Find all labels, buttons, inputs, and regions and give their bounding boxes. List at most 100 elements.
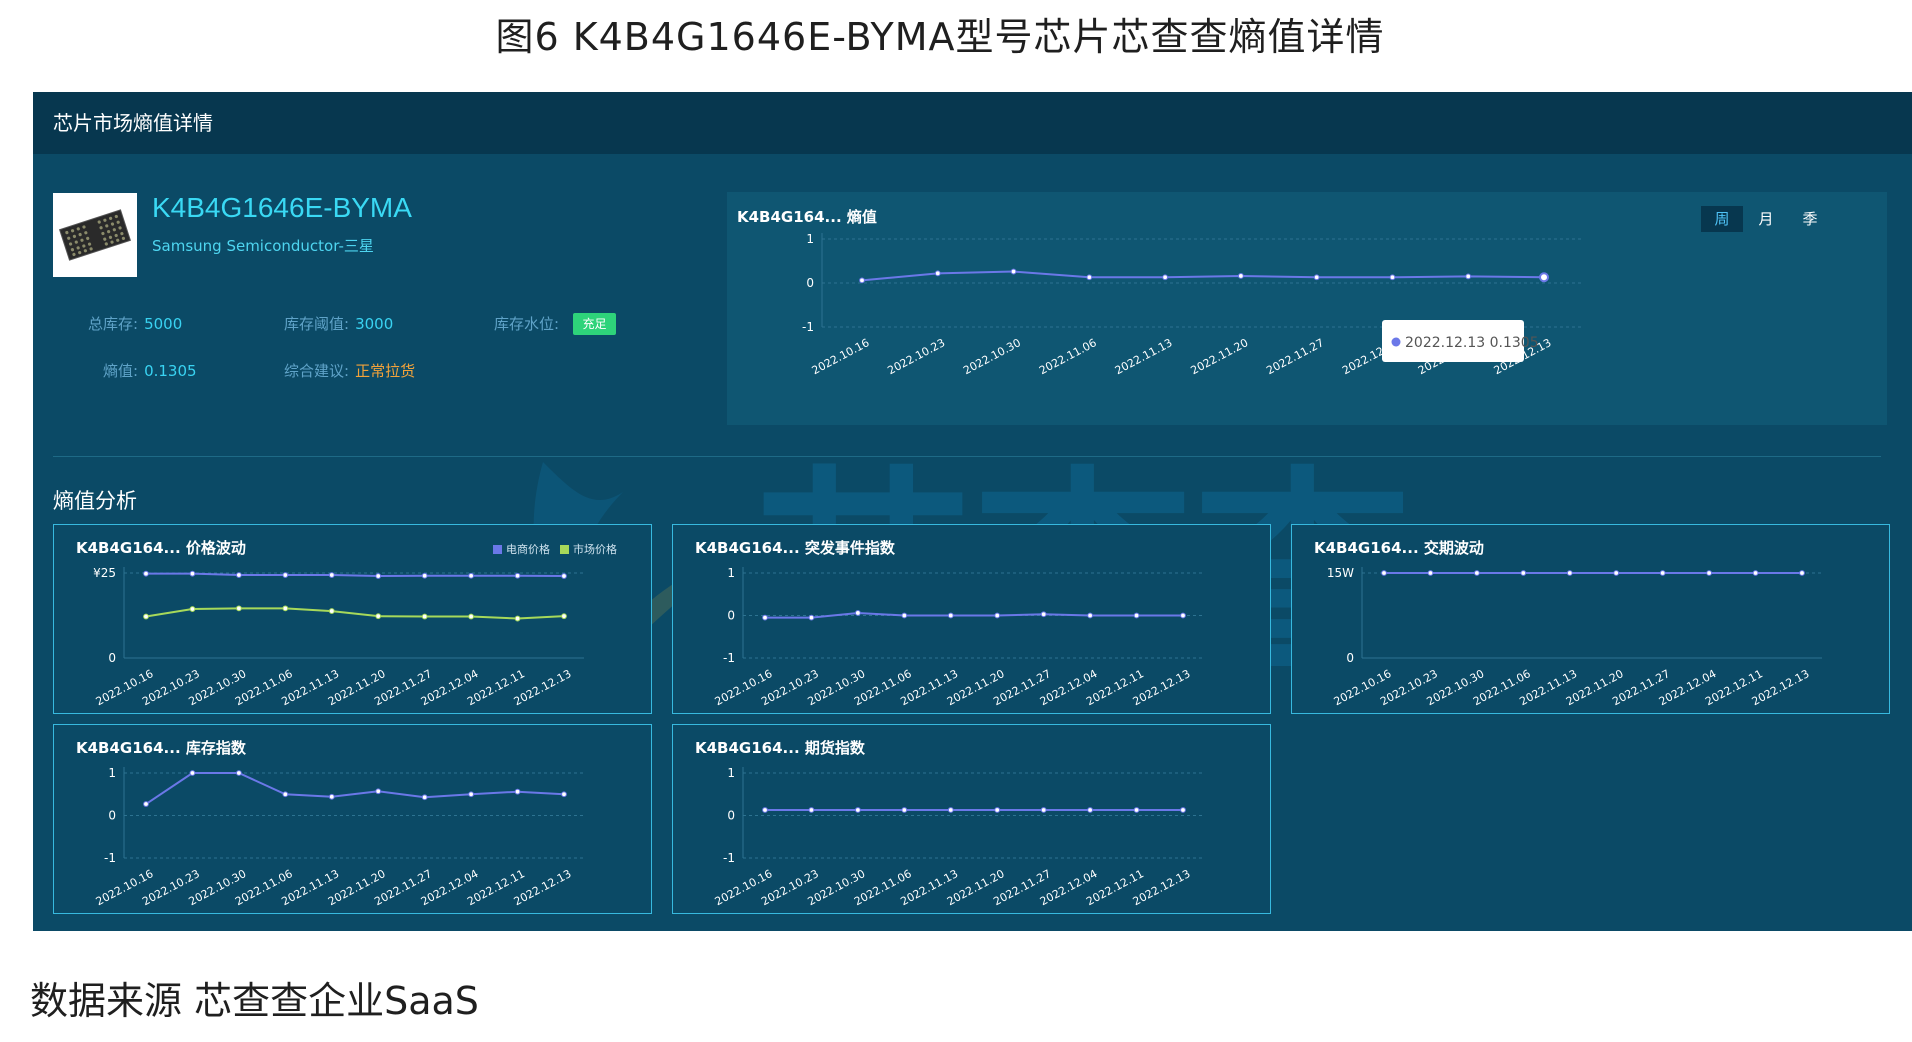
total-stock-label: 总库存: <box>88 315 139 333</box>
y-tick-label: 0 <box>108 651 116 665</box>
x-tick-label: 2022.10.23 <box>885 336 947 377</box>
hover-point[interactable] <box>1539 272 1549 283</box>
data-point[interactable] <box>189 606 196 612</box>
data-point[interactable] <box>1389 274 1396 281</box>
data-point[interactable] <box>1752 570 1759 576</box>
data-point[interactable] <box>934 270 941 277</box>
data-point[interactable] <box>1659 570 1666 576</box>
data-point[interactable] <box>1040 611 1047 618</box>
data-point[interactable] <box>235 605 242 612</box>
leadtime-chart[interactable]: 15W02022.10.162022.10.232022.10.302022.1… <box>1292 525 1889 713</box>
y-tick-label: 0 <box>806 276 814 290</box>
data-point[interactable] <box>947 612 954 619</box>
stock-chart[interactable]: 10-12022.10.162022.10.232022.10.302022.1… <box>54 725 651 913</box>
data-point[interactable] <box>854 807 861 813</box>
y-tick-label: 15W <box>1327 566 1354 580</box>
data-point[interactable] <box>328 793 335 800</box>
data-point[interactable] <box>143 613 149 620</box>
data-point[interactable] <box>282 572 289 578</box>
data-point[interactable] <box>1473 570 1480 576</box>
data-point[interactable] <box>808 614 815 621</box>
data-point[interactable] <box>143 801 149 807</box>
x-tick-label: 2022.11.13 <box>1113 336 1175 377</box>
stock-chart-card: K4B4G164... 库存指数 1 0 -1 2022.10.16 2022.10.2… <box>53 724 652 914</box>
data-point[interactable] <box>1180 612 1186 619</box>
data-point[interactable] <box>1427 570 1434 576</box>
data-point[interactable] <box>1313 274 1320 281</box>
data-point[interactable] <box>1162 274 1169 281</box>
data-point[interactable] <box>1381 570 1387 576</box>
data-point[interactable] <box>421 794 428 801</box>
data-point[interactable] <box>1010 268 1017 275</box>
data-point[interactable] <box>375 613 382 620</box>
data-point[interactable] <box>561 573 567 579</box>
data-point[interactable] <box>1086 274 1093 281</box>
data-point[interactable] <box>762 807 768 813</box>
data-point[interactable] <box>994 612 1001 619</box>
price-chart[interactable]: ¥2502022.10.162022.10.232022.10.302022.1… <box>54 525 651 713</box>
data-point[interactable] <box>1465 273 1472 280</box>
data-point[interactable] <box>1706 570 1713 576</box>
data-point[interactable] <box>468 791 475 798</box>
data-point[interactable] <box>1087 807 1094 813</box>
data-point[interactable] <box>421 613 428 620</box>
data-point[interactable] <box>1133 807 1140 813</box>
data-point[interactable] <box>282 605 289 612</box>
data-point[interactable] <box>901 807 908 813</box>
total-stock-value: 5000 <box>144 315 183 333</box>
data-point[interactable] <box>1087 612 1094 619</box>
y-tick-label: -1 <box>723 851 735 865</box>
futures-chart[interactable]: 10-12022.10.162022.10.232022.10.302022.1… <box>673 725 1270 913</box>
data-source: 数据来源 芯查查企业SaaS <box>30 979 479 1023</box>
y-tick-label: 1 <box>727 566 735 580</box>
data-point[interactable] <box>901 612 908 619</box>
data-point[interactable] <box>328 572 335 578</box>
stock-level-badge: 充足 <box>573 313 616 335</box>
x-tick-label: 2022.11.06 <box>1037 336 1099 377</box>
data-point[interactable] <box>947 807 954 813</box>
data-point[interactable] <box>1613 570 1620 576</box>
data-point[interactable] <box>808 807 815 813</box>
data-point[interactable] <box>421 572 428 579</box>
data-point[interactable] <box>282 791 289 798</box>
data-point[interactable] <box>561 613 567 620</box>
data-point[interactable] <box>514 788 521 795</box>
stock-threshold-value: 3000 <box>355 315 394 333</box>
data-point[interactable] <box>1799 570 1805 576</box>
data-point[interactable] <box>1520 570 1527 576</box>
data-point[interactable] <box>1237 273 1244 279</box>
data-point[interactable] <box>561 791 567 798</box>
product-name: K4B4G1646E-BYMA <box>152 192 412 223</box>
data-point[interactable] <box>189 770 196 776</box>
x-tick-label: 2022.10.30 <box>961 336 1023 377</box>
data-point[interactable] <box>189 570 196 577</box>
burst-chart[interactable]: 10-12022.10.162022.10.232022.10.302022.1… <box>673 525 1270 713</box>
data-point[interactable] <box>762 614 768 621</box>
data-point[interactable] <box>235 770 242 776</box>
entropy-chart-card: K4B4G164... 熵值 周 月 季 1 0 -1 2022.10.16 2022.… <box>727 192 1887 425</box>
advice-label: 综合建议: <box>284 362 350 380</box>
series-line <box>145 607 565 620</box>
data-point[interactable] <box>994 807 1001 813</box>
data-point[interactable] <box>1566 570 1573 576</box>
panel-header: 芯片市场熵值详情 <box>33 92 1912 154</box>
data-point[interactable] <box>854 610 861 616</box>
data-point[interactable] <box>375 788 382 795</box>
data-point[interactable] <box>235 572 242 578</box>
data-point[interactable] <box>1133 612 1140 619</box>
tooltip-text: 2022.12.13 0.1305 <box>1405 335 1539 351</box>
data-point[interactable] <box>468 613 475 620</box>
data-point[interactable] <box>328 608 335 614</box>
y-tick-label: 0 <box>1346 651 1354 665</box>
y-tick-label: 1 <box>727 766 735 780</box>
data-point[interactable] <box>514 572 521 579</box>
data-point[interactable] <box>859 277 865 284</box>
y-tick-label: -1 <box>104 851 116 865</box>
data-point[interactable] <box>375 573 382 579</box>
data-point[interactable] <box>468 572 475 579</box>
data-point[interactable] <box>1180 807 1186 813</box>
entropy-chart[interactable]: 1 0 -1 2022.10.16 2022.10.23 2022.10.30 2022.1… <box>727 192 1887 425</box>
data-point[interactable] <box>514 615 521 622</box>
data-point[interactable] <box>143 570 149 577</box>
data-point[interactable] <box>1040 807 1047 813</box>
